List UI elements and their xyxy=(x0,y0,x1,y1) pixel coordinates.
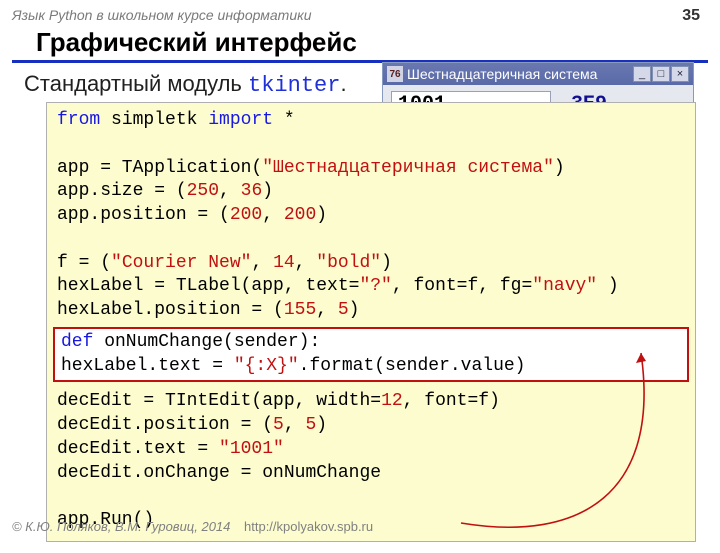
maximize-button[interactable]: □ xyxy=(652,66,670,82)
footer-credit: © К.Ю. Поляков, В.М. Гуровиц, 2014 xyxy=(12,519,230,534)
footer-url: http://kpolyakov.spb.ru xyxy=(244,519,373,534)
subtitle-post: . xyxy=(340,71,346,96)
slide-title: Графический интерфейс xyxy=(12,25,708,63)
page-number: 35 xyxy=(682,7,700,25)
footer: © К.Ю. Поляков, В.М. Гуровиц, 2014 http:… xyxy=(12,519,373,534)
window-icon: 76 xyxy=(387,66,403,82)
subtitle-pre: Стандартный модуль xyxy=(24,71,248,96)
onchange-assignment: decEdit.onChange = onNumChange xyxy=(57,463,381,483)
window-titlebar: 76 Шестнадцатеричная система _ □ × xyxy=(383,63,693,85)
close-button[interactable]: × xyxy=(671,66,689,82)
minimize-button[interactable]: _ xyxy=(633,66,651,82)
header-context: Язык Python в школьном курсе информатики xyxy=(0,0,720,25)
kw-def: def xyxy=(61,332,93,352)
kw-import: import xyxy=(208,110,273,130)
kw-from: from xyxy=(57,110,100,130)
highlighted-block: def onNumChange(sender): hexLabel.text =… xyxy=(53,327,689,383)
code-block: from simpletk import * app = TApplicatio… xyxy=(46,102,696,542)
subtitle-module: tkinter xyxy=(248,73,340,98)
window-title-text: Шестнадцатеричная система xyxy=(407,66,629,82)
